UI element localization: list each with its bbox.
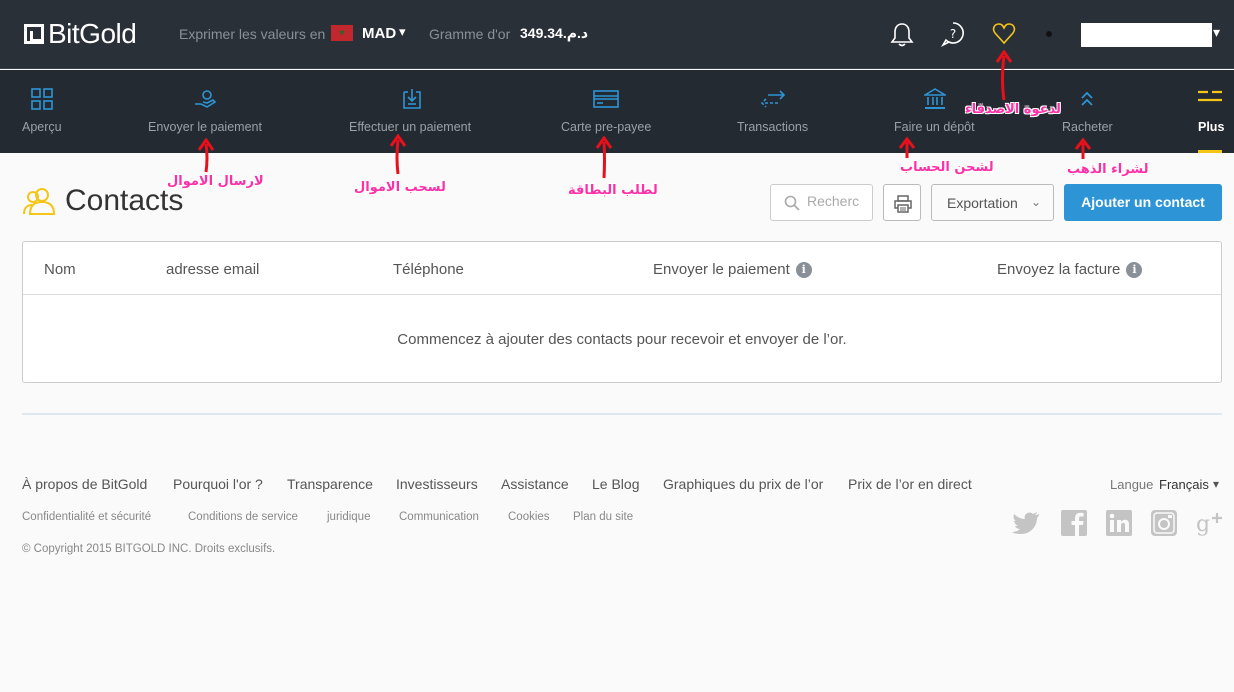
annotation-arrow: [995, 50, 1013, 101]
nav-label: Carte pre-payee: [561, 120, 652, 134]
language-label: Langue: [1110, 477, 1154, 492]
annotation-invite: لدعوة الاصدقاء: [965, 102, 1061, 117]
export-dropdown[interactable]: Exportation ⌄: [931, 184, 1054, 221]
copyright: © Copyright 2015 BITGOLD INC. Droits exc…: [22, 543, 276, 555]
facebook-icon[interactable]: [1061, 510, 1087, 536]
column-header-label: Envoyez la facture: [997, 261, 1121, 278]
language-selector[interactable]: Français: [1159, 477, 1209, 492]
column-header-phone[interactable]: Téléphone: [393, 261, 464, 278]
google-plus-icon[interactable]: g: [1196, 510, 1224, 536]
contacts-icon: [23, 188, 56, 215]
svg-text:g: g: [1196, 512, 1210, 536]
footer-link-investors[interactable]: Investisseurs: [396, 476, 478, 492]
user-menu[interactable]: [1081, 23, 1212, 47]
annotation-arrow: [197, 138, 215, 173]
info-icon[interactable]: i: [1126, 262, 1143, 278]
annotation-withdraw: لسحب الاموال: [354, 180, 446, 195]
footer-link-terms[interactable]: Conditions de service: [188, 511, 298, 523]
footer-link-support[interactable]: Assistance: [501, 476, 569, 492]
footer-link-live-price[interactable]: Prix de l’or en direct: [848, 476, 972, 492]
logo-mark-icon: [24, 24, 44, 44]
nav-label: Aperçu: [22, 120, 62, 134]
card-icon: [593, 90, 619, 108]
bitgold-logo[interactable]: BitGold: [24, 18, 137, 50]
column-header-send-invoice: Envoyez la facture i: [997, 261, 1143, 278]
print-icon: [894, 195, 912, 213]
footer-link-gold-charts[interactable]: Graphiques du prix de l’or: [663, 476, 823, 492]
search-input[interactable]: [807, 193, 867, 209]
menu-lines-icon: [1198, 90, 1222, 102]
annotation-arrow: [898, 136, 916, 158]
contacts-table: Nom adresse email Téléphone Envoyer le p…: [22, 241, 1222, 383]
footer-link-about[interactable]: À propos de BitGold: [22, 476, 147, 492]
search-icon: [784, 195, 800, 211]
express-values-label: Exprimer les valeurs en: [179, 26, 326, 42]
currency-selector[interactable]: MAD: [362, 25, 396, 42]
nav-label: Racheter: [1062, 120, 1113, 134]
top-bar: BitGold Exprimer les valeurs en ✶ MAD ▾ …: [0, 0, 1234, 69]
column-header-name[interactable]: Nom: [44, 261, 76, 278]
svg-text:?: ?: [950, 27, 956, 41]
nav-item-transactions[interactable]: Transactions: [737, 70, 809, 153]
footer-link-cookies[interactable]: Cookies: [508, 511, 550, 523]
search-box[interactable]: [770, 184, 873, 221]
page-title: Contacts: [65, 184, 184, 217]
transfer-arrows-icon: [760, 90, 786, 108]
morocco-flag-icon: ✶: [331, 25, 353, 41]
bell-icon[interactable]: [889, 20, 915, 48]
nav-label: Plus: [1198, 120, 1225, 134]
chevron-down-icon[interactable]: ▾: [1213, 477, 1219, 491]
column-header-email[interactable]: adresse email: [166, 261, 259, 278]
chevron-down-icon[interactable]: ▾: [399, 24, 406, 40]
bank-icon: [924, 88, 946, 109]
empty-state-message: Commencez à ajouter des contacts pour re…: [397, 331, 847, 348]
grid-icon: [31, 88, 53, 110]
help-icon[interactable]: ?: [940, 20, 966, 48]
annotation-arrow: [1074, 137, 1092, 159]
column-header-label: Envoyer le paiement: [653, 261, 790, 278]
linkedin-icon[interactable]: [1106, 510, 1132, 536]
annotation-deposit: لشحن الحساب: [900, 160, 994, 175]
footer-link-transparency[interactable]: Transparence: [287, 476, 373, 492]
print-button[interactable]: [883, 184, 921, 221]
double-chevron-up-icon: [1081, 91, 1093, 106]
send-payment-icon: [195, 90, 217, 108]
footer-link-communication[interactable]: Communication: [399, 511, 479, 523]
instagram-icon[interactable]: [1151, 510, 1177, 536]
footer-link-sitemap[interactable]: Plan du site: [573, 511, 633, 523]
invite-friends-heart-icon[interactable]: [991, 20, 1017, 48]
table-divider: [23, 294, 1221, 295]
info-icon[interactable]: i: [795, 262, 812, 278]
twitter-icon[interactable]: [1011, 510, 1041, 536]
gold-gram-label: Gramme d'or: [429, 26, 511, 42]
annotation-send: لارسال الاموال: [167, 174, 264, 189]
chevron-down-icon[interactable]: ▾: [1213, 24, 1220, 41]
nav-label: Faire un dépôt: [894, 120, 975, 134]
footer-link-blog[interactable]: Le Blog: [592, 476, 639, 492]
export-label: Exportation: [947, 195, 1018, 211]
make-payment-icon: [403, 89, 421, 109]
annotation-arrow: [595, 136, 613, 179]
page-divider: [22, 413, 1222, 415]
nav-item-make-payment[interactable]: Effectuer un paiement: [349, 70, 475, 153]
nav-label: Transactions: [737, 120, 809, 134]
footer-link-privacy[interactable]: Confidentialité et sécurité: [22, 511, 151, 523]
gold-gram-value: 349.34.د.م: [520, 25, 589, 41]
active-tab-indicator: [1198, 150, 1222, 153]
footer-link-why-gold[interactable]: Pourquoi l'or ?: [173, 476, 263, 492]
nav-item-apercu[interactable]: Aperçu: [22, 70, 62, 153]
footer-link-legal[interactable]: juridique: [327, 511, 370, 523]
nav-label: Effectuer un paiement: [349, 120, 472, 134]
annotation-buy: لشراء الذهب: [1067, 162, 1149, 177]
chevron-down-icon: ⌄: [1030, 195, 1041, 209]
user-status-dot: [1046, 31, 1052, 37]
annotation-card: لطلب البطاقة: [568, 183, 658, 198]
logo-text: BitGold: [48, 18, 137, 49]
nav-item-plus[interactable]: Plus: [1198, 70, 1224, 153]
nav-label: Envoyer le paiement: [148, 120, 262, 134]
add-contact-button[interactable]: Ajouter un contact: [1064, 184, 1222, 221]
column-header-send-payment: Envoyer le paiement i: [653, 261, 812, 278]
annotation-arrow: [389, 134, 407, 175]
